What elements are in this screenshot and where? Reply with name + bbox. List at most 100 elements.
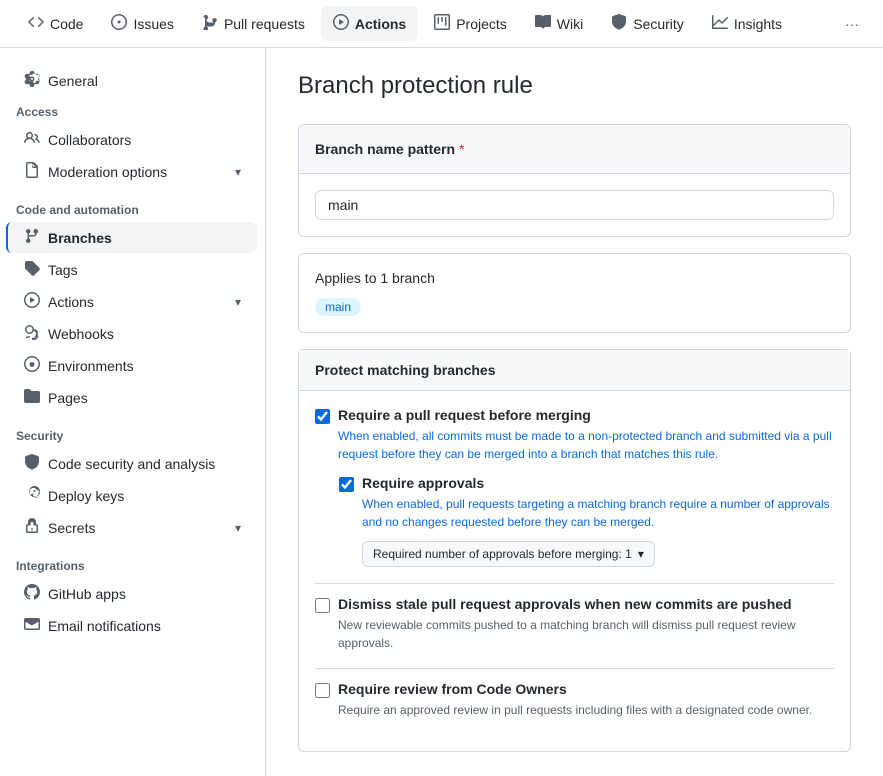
collaborators-icon bbox=[24, 130, 40, 149]
sidebar-item-environments[interactable]: Environments bbox=[8, 350, 257, 381]
sidebar-item-secrets[interactable]: Secrets ▾ bbox=[8, 512, 257, 543]
applies-to-card: Applies to 1 branch main bbox=[298, 253, 851, 333]
rule-pull-request-title: Require a pull request before merging bbox=[338, 407, 834, 423]
branch-name-card: Branch name pattern * bbox=[298, 124, 851, 237]
integrations-section: Integrations bbox=[0, 551, 265, 577]
security-section: Security bbox=[0, 421, 265, 447]
nav-projects-label: Projects bbox=[456, 16, 507, 32]
sidebar-item-tags[interactable]: Tags bbox=[8, 254, 257, 285]
code-security-icon bbox=[24, 454, 40, 473]
rule-code-owners: Require review from Code Owners Require … bbox=[315, 681, 834, 719]
sidebar-branches-label: Branches bbox=[48, 230, 112, 246]
sidebar-pages-label: Pages bbox=[48, 390, 88, 406]
applies-to-body: Applies to 1 branch main bbox=[299, 254, 850, 332]
nav-insights[interactable]: Insights bbox=[700, 6, 794, 41]
branch-name-input[interactable] bbox=[315, 190, 834, 220]
sidebar-item-webhooks[interactable]: Webhooks bbox=[8, 318, 257, 349]
security-icon bbox=[611, 14, 627, 33]
secrets-icon bbox=[24, 518, 40, 537]
rule-pull-request-desc: When enabled, all commits must be made t… bbox=[338, 427, 834, 463]
nav-pull-requests[interactable]: Pull requests bbox=[190, 6, 317, 41]
main-branch-badge: main bbox=[315, 298, 361, 316]
environments-icon bbox=[24, 356, 40, 375]
sub-rule-approvals-desc: When enabled, pull requests targeting a … bbox=[362, 495, 834, 531]
sidebar-deploy-keys-label: Deploy keys bbox=[48, 488, 124, 504]
divider-1 bbox=[315, 583, 834, 584]
top-nav: Code Issues Pull requests Actions Projec… bbox=[0, 0, 883, 48]
moderation-chevron-icon: ▾ bbox=[235, 165, 241, 179]
sidebar-item-general[interactable]: General bbox=[8, 65, 257, 96]
sidebar-item-code-security[interactable]: Code security and analysis bbox=[8, 448, 257, 479]
rule-code-owners-main: Require review from Code Owners Require … bbox=[315, 681, 834, 719]
wiki-icon bbox=[535, 14, 551, 33]
nav-issues[interactable]: Issues bbox=[99, 6, 185, 41]
nav-projects[interactable]: Projects bbox=[422, 6, 519, 41]
sidebar-environments-label: Environments bbox=[48, 358, 134, 374]
code-icon bbox=[28, 14, 44, 33]
rule-code-owners-content: Require review from Code Owners Require … bbox=[338, 681, 834, 719]
sub-rule-approvals-title: Require approvals bbox=[362, 475, 834, 491]
approvals-dropdown-chevron-icon: ▾ bbox=[638, 547, 644, 561]
sub-rule-approvals-main: Require approvals When enabled, pull req… bbox=[339, 475, 834, 567]
nav-wiki-label: Wiki bbox=[557, 16, 583, 32]
rule-pull-request: Require a pull request before merging Wh… bbox=[315, 407, 834, 567]
github-apps-icon bbox=[24, 584, 40, 603]
sidebar-email-notifications-label: Email notifications bbox=[48, 618, 161, 634]
nav-issues-label: Issues bbox=[133, 16, 173, 32]
code-automation-section: Code and automation bbox=[0, 195, 265, 221]
deploy-keys-icon bbox=[24, 486, 40, 505]
nav-code[interactable]: Code bbox=[16, 6, 95, 41]
webhooks-icon bbox=[24, 324, 40, 343]
sub-rule-approvals-checkbox[interactable] bbox=[339, 477, 354, 492]
approvals-dropdown-label: Required number of approvals before merg… bbox=[373, 547, 632, 561]
sidebar-actions-label: Actions bbox=[48, 294, 94, 310]
sidebar-item-deploy-keys[interactable]: Deploy keys bbox=[8, 480, 257, 511]
moderation-icon bbox=[24, 162, 40, 181]
insights-icon bbox=[712, 14, 728, 33]
tags-icon bbox=[24, 260, 40, 279]
rule-code-owners-title: Require review from Code Owners bbox=[338, 681, 834, 697]
sidebar-webhooks-label: Webhooks bbox=[48, 326, 114, 342]
secrets-chevron-icon: ▾ bbox=[235, 521, 241, 535]
sidebar-general-label: General bbox=[48, 73, 98, 89]
nav-security[interactable]: Security bbox=[599, 6, 696, 41]
sub-rule-approvals: Require approvals When enabled, pull req… bbox=[339, 475, 834, 567]
sidebar-item-branches[interactable]: Branches bbox=[6, 222, 257, 253]
protect-card: Protect matching branches Require a pull… bbox=[298, 349, 851, 752]
sidebar-item-actions[interactable]: Actions ▾ bbox=[8, 286, 257, 317]
rule-dismiss-checkbox[interactable] bbox=[315, 598, 330, 613]
branch-name-label: Branch name pattern bbox=[315, 141, 455, 157]
nav-security-label: Security bbox=[633, 16, 684, 32]
rule-pull-request-main: Require a pull request before merging Wh… bbox=[315, 407, 834, 463]
page-title: Branch protection rule bbox=[298, 72, 851, 100]
sidebar-item-pages[interactable]: Pages bbox=[8, 382, 257, 413]
rule-dismiss-desc: New reviewable commits pushed to a match… bbox=[338, 616, 834, 652]
gear-icon bbox=[24, 71, 40, 90]
pull-requests-icon bbox=[202, 14, 218, 33]
nav-wiki[interactable]: Wiki bbox=[523, 6, 595, 41]
sidebar-item-github-apps[interactable]: GitHub apps bbox=[8, 578, 257, 609]
sidebar-item-collaborators[interactable]: Collaborators bbox=[8, 124, 257, 155]
sidebar-item-email-notifications[interactable]: Email notifications bbox=[8, 610, 257, 641]
nav-code-label: Code bbox=[50, 16, 83, 32]
nav-actions[interactable]: Actions bbox=[321, 6, 418, 41]
rule-dismiss-title: Dismiss stale pull request approvals whe… bbox=[338, 596, 834, 612]
access-section: Access bbox=[0, 97, 265, 123]
rule-code-owners-checkbox[interactable] bbox=[315, 683, 330, 698]
page-layout: General Access Collaborators Moderation … bbox=[0, 48, 883, 776]
rule-pull-request-content: Require a pull request before merging Wh… bbox=[338, 407, 834, 463]
branches-icon bbox=[24, 228, 40, 247]
rule-pull-request-checkbox[interactable] bbox=[315, 409, 330, 424]
branch-name-body bbox=[299, 174, 850, 236]
nav-actions-label: Actions bbox=[355, 16, 406, 32]
sidebar-item-moderation[interactable]: Moderation options ▾ bbox=[8, 156, 257, 187]
sidebar-github-apps-label: GitHub apps bbox=[48, 586, 126, 602]
sidebar-collaborators-label: Collaborators bbox=[48, 132, 131, 148]
actions-icon bbox=[333, 14, 349, 33]
sidebar-tags-label: Tags bbox=[48, 262, 78, 278]
email-notifications-icon bbox=[24, 616, 40, 635]
nav-more-button[interactable]: ··· bbox=[837, 8, 867, 40]
approvals-dropdown[interactable]: Required number of approvals before merg… bbox=[362, 541, 655, 567]
rule-dismiss-stale: Dismiss stale pull request approvals whe… bbox=[315, 596, 834, 652]
rule-dismiss-main: Dismiss stale pull request approvals whe… bbox=[315, 596, 834, 652]
